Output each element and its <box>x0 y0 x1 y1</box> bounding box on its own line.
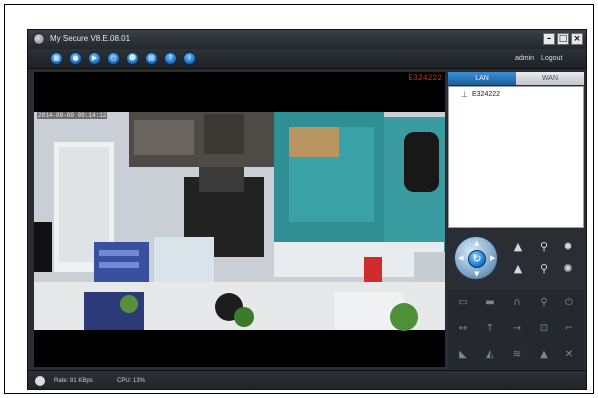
user-icon[interactable]: ☻ <box>126 52 139 65</box>
folder-icon[interactable]: ▭ <box>452 293 474 313</box>
snapshot-icon[interactable]: ▬ <box>479 293 501 313</box>
auto-cruise-icon[interactable]: ↻ <box>468 250 486 268</box>
application-window: My Secure V8.E.08.01 – □ × ▦ ● ▶ ○ ☻ ▤ ?… <box>27 29 587 390</box>
status-bar: Rate: 81 KBps CPU: 13% <box>28 370 586 389</box>
minimize-button[interactable]: – <box>543 33 555 45</box>
logout-link[interactable]: Logout <box>541 55 562 62</box>
warning-icon[interactable]: ▲ <box>533 345 555 365</box>
video-timestamp: 2014-09-09 09:14:12 <box>37 112 108 119</box>
arrow-up-icon[interactable]: ▲ <box>474 239 479 247</box>
microphone-icon[interactable]: ⚲ <box>533 293 555 313</box>
device-tree: ⊥ E324222 <box>448 86 584 228</box>
zoom-out-icon[interactable]: ▲ <box>511 262 525 276</box>
device-name: E324222 <box>472 91 501 98</box>
playback-icon[interactable]: ▶ <box>88 52 101 65</box>
arrow-left-icon[interactable]: ◀ <box>458 254 463 262</box>
preset-icon[interactable]: ⊡ <box>533 319 555 339</box>
toolbar: ▦ ● ▶ ○ ☻ ▤ ? ! admin Logout <box>28 49 586 69</box>
headphone-icon[interactable]: ∩ <box>506 293 528 313</box>
camera-icon: ⊥ <box>461 90 468 99</box>
settings-icon[interactable]: ▤ <box>145 52 158 65</box>
maximize-button[interactable]: □ <box>557 33 569 45</box>
ptz-joystick[interactable]: ▲ ▼ ◀ ▶ ↻ <box>454 236 498 280</box>
wifi-icon[interactable]: ≋ <box>506 345 528 365</box>
window-title: My Secure V8.E.08.01 <box>50 34 131 43</box>
flip-horizontal-icon[interactable]: ↔ <box>452 319 474 339</box>
tab-lan[interactable]: LAN <box>448 72 516 85</box>
status-info-icon <box>35 376 45 386</box>
info-icon[interactable]: ! <box>183 52 196 65</box>
focus-far-icon[interactable]: ⚲ <box>537 262 551 276</box>
control-grid: ▭ ▬ ∩ ⚲ ⏻ ↔ ↑ → ⊡ ⌐ ◣ ◭ ≋ ▲ ✕ <box>448 290 584 369</box>
iris-open-icon[interactable]: ✹ <box>561 240 575 254</box>
user-label: admin <box>515 55 535 62</box>
ptz-control: ▲ ▼ ◀ ▶ ↻ ▲ ⚲ ✹ ▲ ⚲ ✺ <box>448 232 584 288</box>
power-icon[interactable]: ⏻ <box>558 293 580 313</box>
arrow-right-icon[interactable]: → <box>506 319 528 339</box>
ir-light-icon[interactable]: ◣ <box>452 345 474 365</box>
app-icon <box>33 33 45 45</box>
corner-icon[interactable]: ⌐ <box>558 319 580 339</box>
zoom-in-icon[interactable]: ▲ <box>511 240 525 254</box>
status-rate: Rate: 81 KBps <box>54 378 93 384</box>
focus-near-icon[interactable]: ⚲ <box>537 240 551 254</box>
grid-view-icon[interactable]: ▦ <box>50 52 63 65</box>
right-panel: LAN WAN ⊥ E324222 ▲ ▼ ◀ ▶ ↻ ▲ ⚲ ✹ ▲ ⚲ ✺ … <box>448 72 584 369</box>
tools-icon[interactable]: ✕ <box>558 345 580 365</box>
close-button[interactable]: × <box>571 33 583 45</box>
iris-close-icon[interactable]: ✺ <box>561 262 575 276</box>
tab-wan[interactable]: WAN <box>516 72 584 85</box>
search-device-icon[interactable]: ○ <box>107 52 120 65</box>
status-cpu: CPU: 13% <box>117 378 146 384</box>
alarm-icon[interactable]: ◭ <box>479 345 501 365</box>
camera-name-label: E324222 <box>408 74 442 83</box>
arrow-right-icon[interactable]: ▶ <box>490 254 495 262</box>
arrow-down-icon[interactable]: ▼ <box>474 270 479 278</box>
record-icon[interactable]: ● <box>69 52 82 65</box>
help-icon[interactable]: ? <box>164 52 177 65</box>
video-view[interactable]: E324222 2014-09-09 09:14:12 <box>34 72 445 367</box>
title-bar: My Secure V8.E.08.01 – □ × <box>28 30 586 49</box>
screenshot-frame: My Secure V8.E.08.01 – □ × ▦ ● ▶ ○ ☻ ▤ ?… <box>4 4 594 394</box>
flip-vertical-icon[interactable]: ↑ <box>479 319 501 339</box>
